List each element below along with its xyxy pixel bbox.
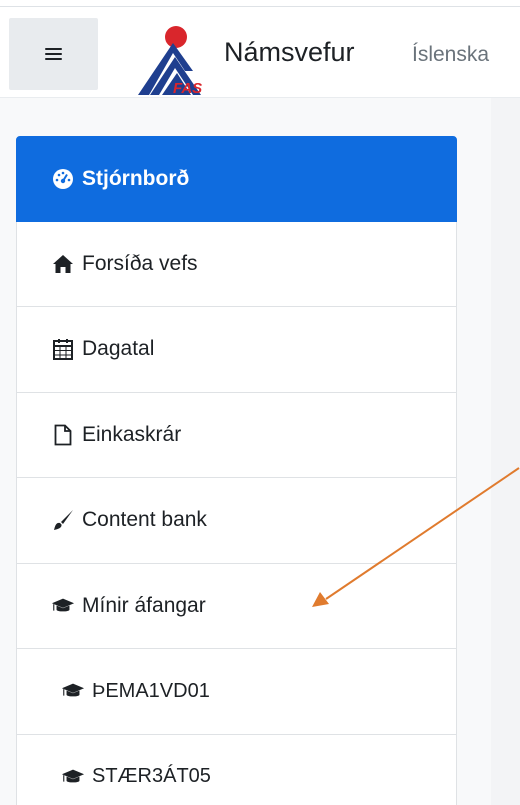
nav-drawer: Stjórnborð Forsíða vefs Dagatal Einkaskr… (16, 136, 457, 805)
nav-item-my-courses[interactable]: Mínir áfangar (16, 563, 457, 649)
graduation-cap-icon (61, 765, 85, 789)
nav-item-course[interactable]: ÞEMA1VD01 (16, 649, 457, 735)
nav-item-dashboard[interactable]: Stjórnborð (16, 136, 457, 222)
nav-item-label: Dagatal (82, 337, 155, 361)
paintbrush-icon (51, 508, 75, 532)
nav-item-site-home[interactable]: Forsíða vefs (16, 221, 457, 307)
nav-item-label: Einkaskrár (82, 422, 182, 446)
navbar: FAS Námsvefur Íslenska (0, 7, 520, 98)
nav-item-label: Forsíða vefs (82, 251, 198, 275)
nav-item-label: ÞEMA1VD01 (92, 679, 210, 702)
nav-item-calendar[interactable]: Dagatal (16, 307, 457, 393)
file-icon (51, 423, 75, 447)
calendar-icon (51, 337, 75, 361)
graduation-cap-icon (51, 594, 75, 618)
nav-item-private-files[interactable]: Einkaskrár (16, 392, 457, 478)
home-icon (51, 252, 75, 276)
main-content-area (491, 98, 520, 805)
nav-item-label: Content bank (82, 508, 207, 532)
graduation-cap-icon (61, 679, 85, 703)
nav-item-content-bank[interactable]: Content bank (16, 478, 457, 564)
nav-item-label: STÆR3ÁT05 (92, 765, 211, 788)
site-logo[interactable]: FAS (135, 23, 215, 97)
site-name[interactable]: Námsvefur (224, 37, 355, 68)
nav-item-label: Stjórnborð (82, 166, 190, 190)
nav-item-label: Mínir áfangar (82, 593, 206, 617)
hamburger-icon (45, 47, 62, 61)
drawer-toggle-button[interactable] (9, 18, 98, 90)
svg-text:FAS: FAS (173, 80, 202, 95)
fas-logo-icon: FAS (138, 26, 202, 97)
dashboard-icon (51, 167, 75, 191)
nav-item-course[interactable]: STÆR3ÁT05 (16, 734, 457, 805)
language-menu[interactable]: Íslenska (412, 43, 489, 67)
